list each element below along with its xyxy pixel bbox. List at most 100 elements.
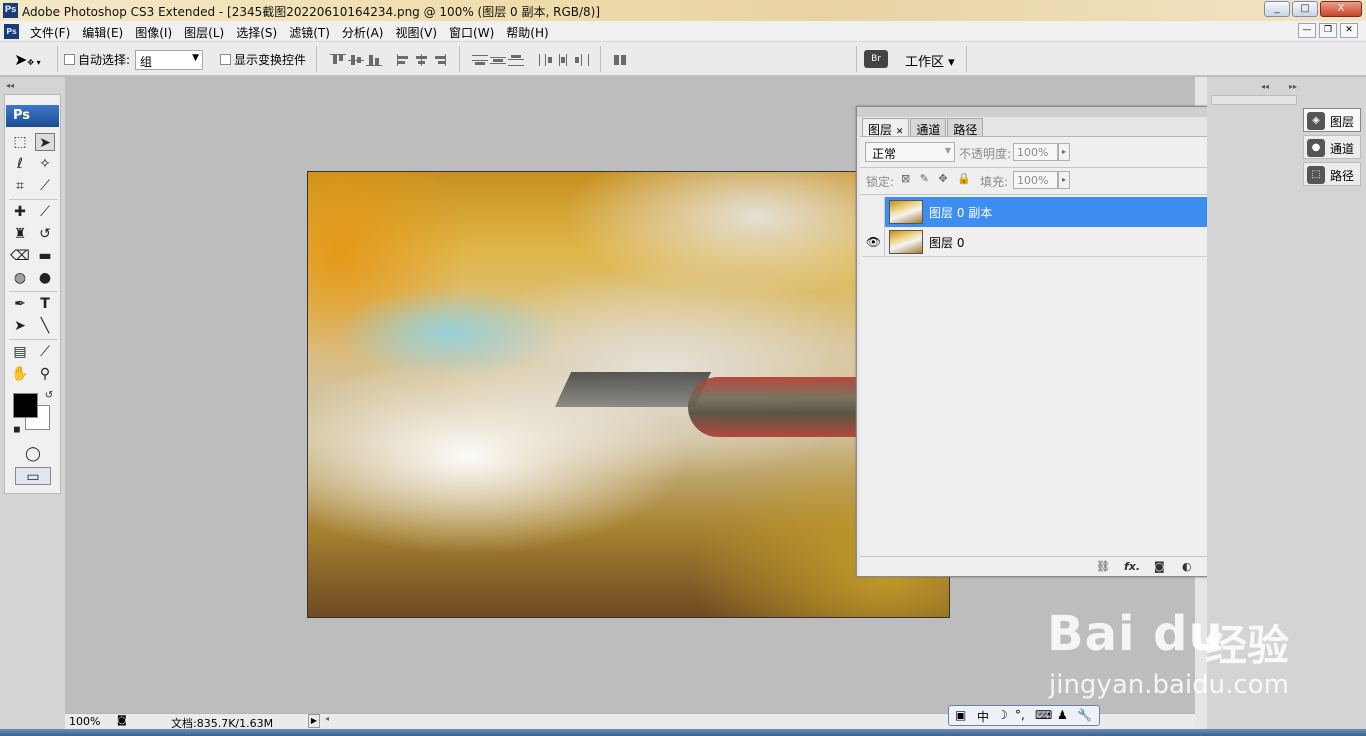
distribute-vcenter-icon[interactable] xyxy=(490,54,506,66)
fill-arrow-icon[interactable]: ▸ xyxy=(1058,171,1070,189)
user-icon[interactable]: ♟ xyxy=(1057,708,1068,722)
align-left-icon[interactable] xyxy=(396,54,412,66)
line-icon[interactable]: ╲ xyxy=(35,317,55,335)
move-icon[interactable]: ➤ xyxy=(35,133,55,151)
menu-select[interactable]: 选择(S) xyxy=(230,24,283,41)
move-tool-preset-icon[interactable]: ➤✥ ▾ xyxy=(14,50,41,69)
stamp-icon[interactable]: ♜ xyxy=(10,225,30,243)
lock-icons[interactable]: ⊠ ✎ ✥ 🔒 xyxy=(901,172,974,185)
collapse-icon[interactable]: ◂◂ xyxy=(1261,82,1269,91)
menu-image[interactable]: 图像(I) xyxy=(129,24,178,41)
swap-colors-icon[interactable]: ↺ xyxy=(39,387,59,405)
opacity-input[interactable]: 100% xyxy=(1013,143,1058,161)
menu-window[interactable]: 窗口(W) xyxy=(443,24,500,41)
crop-icon[interactable]: ⌗ xyxy=(10,177,30,195)
punct-icon[interactable]: °, xyxy=(1015,708,1025,722)
align-hcenter-icon[interactable] xyxy=(414,54,430,66)
doc-close-button[interactable]: ✕ xyxy=(1340,23,1358,38)
blur-icon[interactable]: ◍ xyxy=(10,269,30,287)
pen-icon[interactable]: ✒ xyxy=(10,295,30,313)
magic-wand-icon[interactable]: ✧ xyxy=(35,155,55,173)
adjustment-icon[interactable]: ◐ xyxy=(1182,560,1192,573)
menu-help[interactable]: 帮助(H) xyxy=(500,24,554,41)
distribute-top-icon[interactable] xyxy=(472,54,488,66)
ime-lang[interactable]: 中 xyxy=(977,708,989,725)
align-vcenter-icon[interactable] xyxy=(348,54,364,66)
eye-icon[interactable]: 👁 xyxy=(863,227,885,257)
lasso-icon[interactable]: ℓ xyxy=(10,155,30,173)
menu-view[interactable]: 视图(V) xyxy=(389,24,443,41)
show-transform-checkbox[interactable] xyxy=(220,54,231,65)
scroll-left-icon[interactable]: ◂ xyxy=(325,714,329,723)
ime-logo-icon[interactable]: ▣ xyxy=(955,708,966,722)
distribute-left-icon[interactable] xyxy=(538,54,554,66)
auto-align-layers-icon[interactable] xyxy=(612,54,628,66)
zoom-level[interactable]: 100% xyxy=(69,715,100,728)
document-icon[interactable]: Ps xyxy=(4,24,19,39)
fill-input[interactable]: 100% xyxy=(1013,171,1058,189)
close-button[interactable]: X xyxy=(1320,1,1362,17)
options-bar: ➤✥ ▾ 自动选择: 组 ▼ 显示变换控件 Br 工作区 ▾ xyxy=(0,42,1366,76)
dock-channels-button[interactable]: ● 通道 xyxy=(1303,135,1361,159)
doc-minimize-button[interactable]: — xyxy=(1298,23,1316,38)
path-select-icon[interactable]: ➤ xyxy=(10,317,30,335)
dock-paths-button[interactable]: ⬚ 路径 xyxy=(1303,162,1361,186)
workspace-menu[interactable]: 工作区 ▾ xyxy=(905,51,955,70)
status-menu-icon[interactable]: ▶ xyxy=(308,714,320,728)
separator xyxy=(856,46,857,72)
notes-icon[interactable]: ▤ xyxy=(10,343,30,361)
opacity-arrow-icon[interactable]: ▸ xyxy=(1058,143,1070,161)
blend-mode-dropdown[interactable]: 正常 ▼ xyxy=(865,142,955,162)
foreground-color-swatch[interactable] xyxy=(13,393,38,418)
distribute-hcenter-icon[interactable] xyxy=(556,54,572,66)
wrench-icon[interactable]: 🔧 xyxy=(1077,708,1092,722)
maximize-button[interactable]: □ xyxy=(1292,1,1318,17)
history-brush-icon[interactable]: ↺ xyxy=(35,225,55,243)
visibility-toggle[interactable] xyxy=(863,197,885,227)
chevron-down-icon: ▼ xyxy=(944,146,951,155)
menu-layer[interactable]: 图层(L) xyxy=(178,24,230,41)
auto-select-dropdown[interactable]: 组 ▼ xyxy=(135,50,203,70)
brush-icon[interactable]: ⟋ xyxy=(35,203,55,221)
expand-icon[interactable]: ▸▸ xyxy=(1289,82,1297,91)
align-top-icon[interactable] xyxy=(330,54,346,66)
keyboard-icon[interactable]: ⌨ xyxy=(1035,708,1052,722)
menu-analysis[interactable]: 分析(A) xyxy=(336,24,390,41)
gradient-icon[interactable]: ▬ xyxy=(35,247,55,265)
link-icon[interactable]: ⛓ xyxy=(1096,560,1110,573)
fx-icon[interactable]: fx. xyxy=(1124,560,1140,573)
dock-layers-button[interactable]: ◈ 图层 xyxy=(1303,108,1361,132)
paths-icon: ⬚ xyxy=(1307,166,1325,184)
ps-logo: Ps xyxy=(6,105,59,127)
dodge-icon[interactable]: ● xyxy=(35,269,55,287)
status-icon[interactable]: ◙ xyxy=(117,715,127,726)
zoom-icon[interactable]: ⚲ xyxy=(35,365,55,383)
slice-icon[interactable]: ⟋ xyxy=(35,177,55,195)
moon-icon[interactable]: ☽ xyxy=(997,708,1008,722)
align-bottom-icon[interactable] xyxy=(366,54,382,66)
hand-icon[interactable]: ✋ xyxy=(10,365,30,383)
mask-icon[interactable]: ◙ xyxy=(1154,560,1165,573)
eraser-icon[interactable]: ⌫ xyxy=(10,247,30,265)
screen-mode-icon[interactable]: ▭ xyxy=(15,467,51,485)
healing-icon[interactable]: ✚ xyxy=(10,203,30,221)
distribute-right-icon[interactable] xyxy=(574,54,590,66)
menu-edit[interactable]: 编辑(E) xyxy=(76,24,129,41)
eyedropper-icon[interactable]: ⟋ xyxy=(35,343,55,361)
document-canvas[interactable] xyxy=(307,171,950,618)
type-icon[interactable]: T xyxy=(35,295,55,313)
default-colors-icon[interactable]: ◼ xyxy=(7,421,27,439)
minimize-button[interactable]: _ xyxy=(1264,1,1290,17)
align-right-icon[interactable] xyxy=(432,54,448,66)
doc-restore-button[interactable]: ❐ xyxy=(1319,23,1337,38)
dock-channels-label: 通道 xyxy=(1330,142,1355,156)
collapse-icon[interactable]: ◂◂ xyxy=(6,81,14,90)
menu-file[interactable]: 文件(F) xyxy=(24,24,76,41)
distribute-bottom-icon[interactable] xyxy=(508,54,524,66)
marquee-icon[interactable]: ⬚ xyxy=(10,133,30,151)
bridge-icon[interactable]: Br xyxy=(864,50,888,68)
auto-select-checkbox[interactable] xyxy=(64,54,75,65)
dock-group-tab[interactable] xyxy=(1211,95,1297,105)
quick-mask-icon[interactable]: ◯ xyxy=(23,445,43,463)
menu-filter[interactable]: 滤镜(T) xyxy=(283,24,336,41)
